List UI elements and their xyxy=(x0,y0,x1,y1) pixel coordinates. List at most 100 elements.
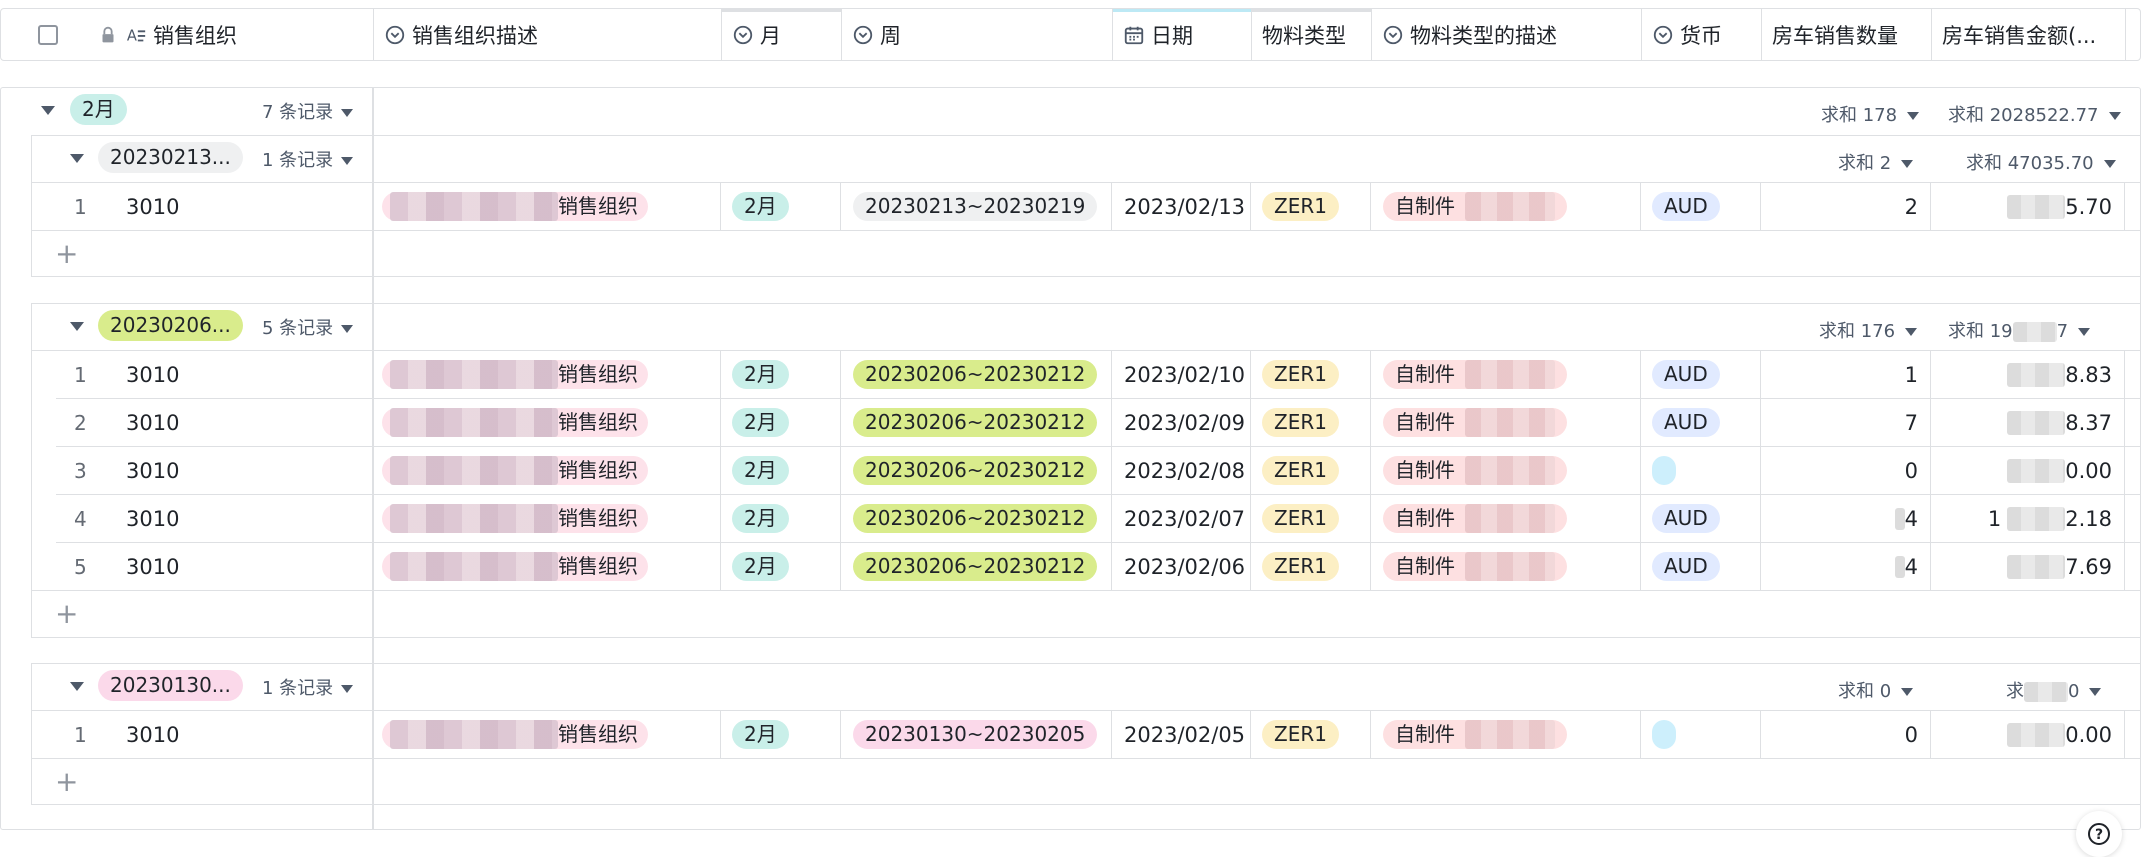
sales-org-cell[interactable]: 2 3010 xyxy=(56,399,372,446)
material-type-cell[interactable]: ZER1 xyxy=(1251,711,1371,758)
help-button[interactable]: ? xyxy=(2076,811,2122,857)
add-row-button[interactable]: + xyxy=(55,600,78,628)
sales-org-desc-cell[interactable]: 销售组织 xyxy=(372,543,721,590)
group-sum-qty[interactable]: 求和 0 xyxy=(1838,677,1914,703)
rv-sales-amt-cell[interactable]: 0.00 xyxy=(1931,447,2125,494)
table-row[interactable]: 3 3010 销售组织 2月 20230206~20230212 2023/02… xyxy=(56,446,2141,494)
rv-sales-amt-cell[interactable]: 0.00 xyxy=(1931,711,2125,758)
sales-org-cell[interactable]: 1 3010 xyxy=(56,351,372,398)
sales-org-cell[interactable]: 3 3010 xyxy=(56,447,372,494)
group-record-count[interactable]: 1 条记录 xyxy=(262,674,354,700)
sales-org-cell[interactable]: 1 3010 xyxy=(56,711,372,758)
sales-org-desc-cell[interactable]: 销售组织 xyxy=(372,711,721,758)
material-desc-cell[interactable]: 自制件 xyxy=(1371,495,1641,542)
group-record-count[interactable]: 1 条记录 xyxy=(262,146,354,172)
week-cell[interactable]: 20230206~20230212 xyxy=(841,399,1112,446)
date-cell[interactable]: 2023/02/10 xyxy=(1112,351,1251,398)
rv-sales-qty-cell[interactable]: 4 xyxy=(1761,543,1931,590)
currency-cell[interactable] xyxy=(1641,711,1761,758)
week-cell[interactable]: 20230130~20230205 xyxy=(841,711,1112,758)
material-type-cell[interactable]: ZER1 xyxy=(1251,399,1371,446)
currency-cell[interactable]: AUD xyxy=(1641,543,1761,590)
group-sum-amt[interactable]: 求和 47035.70 xyxy=(1966,149,2116,175)
material-desc-cell[interactable]: 自制件 xyxy=(1371,351,1641,398)
table-row[interactable]: 4 3010 销售组织 2月 20230206~20230212 2023/02… xyxy=(56,494,2141,542)
week-cell[interactable]: 20230213~20230219 xyxy=(841,183,1112,230)
month-cell[interactable]: 2月 xyxy=(721,351,841,398)
month-cell[interactable]: 2月 xyxy=(721,495,841,542)
table-row[interactable]: 1 3010 销售组织 2月 20230213~20230219 2023/02… xyxy=(56,182,2141,230)
rv-sales-amt-cell[interactable]: 8.37 xyxy=(1931,399,2125,446)
week-cell[interactable]: 20230206~20230212 xyxy=(841,543,1112,590)
table-row[interactable]: 5 3010 销售组织 2月 20230206~20230212 2023/02… xyxy=(56,542,2141,590)
column-header-currency[interactable]: 货币 xyxy=(1642,9,1762,60)
date-cell[interactable]: 2023/02/05 xyxy=(1112,711,1251,758)
currency-cell[interactable] xyxy=(1641,447,1761,494)
group-sum-amt[interactable]: 求和 2028522.77 xyxy=(1948,101,2121,127)
group-record-count[interactable]: 7 条记录 xyxy=(262,98,354,124)
sales-org-desc-cell[interactable]: 销售组织 xyxy=(372,399,721,446)
month-cell[interactable]: 2月 xyxy=(721,711,841,758)
date-cell[interactable]: 2023/02/08 xyxy=(1112,447,1251,494)
date-cell[interactable]: 2023/02/07 xyxy=(1112,495,1251,542)
rv-sales-qty-cell[interactable]: 0 xyxy=(1761,447,1931,494)
material-desc-cell[interactable]: 自制件 xyxy=(1371,543,1641,590)
collapse-arrow-icon[interactable] xyxy=(41,106,55,115)
date-cell[interactable]: 2023/02/06 xyxy=(1112,543,1251,590)
month-cell[interactable]: 2月 xyxy=(721,183,841,230)
group-sum-amt[interactable]: 求和 19 7 xyxy=(1948,317,2091,343)
material-desc-cell[interactable]: 自制件 xyxy=(1371,183,1641,230)
sales-org-cell[interactable]: 1 3010 xyxy=(56,183,372,230)
rv-sales-qty-cell[interactable]: 0 xyxy=(1761,711,1931,758)
month-cell[interactable]: 2月 xyxy=(721,447,841,494)
rv-sales-amt-cell[interactable]: 1 2.18 xyxy=(1931,495,2125,542)
sales-org-desc-cell[interactable]: 销售组织 xyxy=(372,447,721,494)
rv-sales-amt-cell[interactable]: 5.70 xyxy=(1931,183,2125,230)
rv-sales-amt-cell[interactable]: 7.69 xyxy=(1931,543,2125,590)
rv-sales-qty-cell[interactable]: 7 xyxy=(1761,399,1931,446)
table-row[interactable]: 1 3010 销售组织 2月 20230130~20230205 2023/02… xyxy=(56,710,2141,758)
sales-org-desc-cell[interactable]: 销售组织 xyxy=(372,351,721,398)
collapse-arrow-icon[interactable] xyxy=(70,682,84,691)
week-cell[interactable]: 20230206~20230212 xyxy=(841,351,1112,398)
date-cell[interactable]: 2023/02/13 xyxy=(1112,183,1251,230)
add-row-button[interactable]: + xyxy=(55,240,78,268)
column-header-rv-sales-qty[interactable]: 房车销售数量 xyxy=(1762,9,1932,60)
material-desc-cell[interactable]: 自制件 xyxy=(1371,711,1641,758)
currency-cell[interactable]: AUD xyxy=(1641,183,1761,230)
sales-org-cell[interactable]: 5 3010 xyxy=(56,543,372,590)
group-sum-qty[interactable]: 求和 176 xyxy=(1819,317,1918,343)
select-all-checkbox[interactable] xyxy=(38,25,58,45)
currency-cell[interactable]: AUD xyxy=(1641,495,1761,542)
material-type-cell[interactable]: ZER1 xyxy=(1251,543,1371,590)
column-header-sales-org[interactable]: A 销售组织 xyxy=(87,9,374,60)
column-header-sales-org-desc[interactable]: 销售组织描述 xyxy=(374,9,722,60)
material-type-cell[interactable]: ZER1 xyxy=(1251,447,1371,494)
group-record-count[interactable]: 5 条记录 xyxy=(262,314,354,340)
month-cell[interactable]: 2月 xyxy=(721,399,841,446)
rv-sales-qty-cell[interactable]: 4 xyxy=(1761,495,1931,542)
column-header-month[interactable]: 月 xyxy=(722,9,842,60)
material-desc-cell[interactable]: 自制件 xyxy=(1371,399,1641,446)
collapse-arrow-icon[interactable] xyxy=(70,322,84,331)
rv-sales-qty-cell[interactable]: 2 xyxy=(1761,183,1931,230)
material-type-cell[interactable]: ZER1 xyxy=(1251,495,1371,542)
currency-cell[interactable]: AUD xyxy=(1641,399,1761,446)
material-type-cell[interactable]: ZER1 xyxy=(1251,351,1371,398)
group-sum-qty[interactable]: 求和 2 xyxy=(1838,149,1914,175)
collapse-arrow-icon[interactable] xyxy=(70,154,84,163)
column-header-rv-sales-amt[interactable]: 房车销售金额(... xyxy=(1932,9,2126,60)
date-cell[interactable]: 2023/02/09 xyxy=(1112,399,1251,446)
table-row[interactable]: 2 3010 销售组织 2月 20230206~20230212 2023/02… xyxy=(56,398,2141,446)
material-desc-cell[interactable]: 自制件 xyxy=(1371,447,1641,494)
currency-cell[interactable]: AUD xyxy=(1641,351,1761,398)
group-sum-qty[interactable]: 求和 178 xyxy=(1821,101,1920,127)
add-row-button[interactable]: + xyxy=(55,768,78,796)
month-cell[interactable]: 2月 xyxy=(721,543,841,590)
material-type-cell[interactable]: ZER1 xyxy=(1251,183,1371,230)
sales-org-desc-cell[interactable]: 销售组织 xyxy=(372,495,721,542)
sales-org-desc-cell[interactable]: 销售组织 xyxy=(372,183,721,230)
column-header-week[interactable]: 周 xyxy=(842,9,1113,60)
column-header-material-type[interactable]: 物料类型 xyxy=(1252,9,1372,60)
column-header-material-desc[interactable]: 物料类型的描述 xyxy=(1372,9,1642,60)
